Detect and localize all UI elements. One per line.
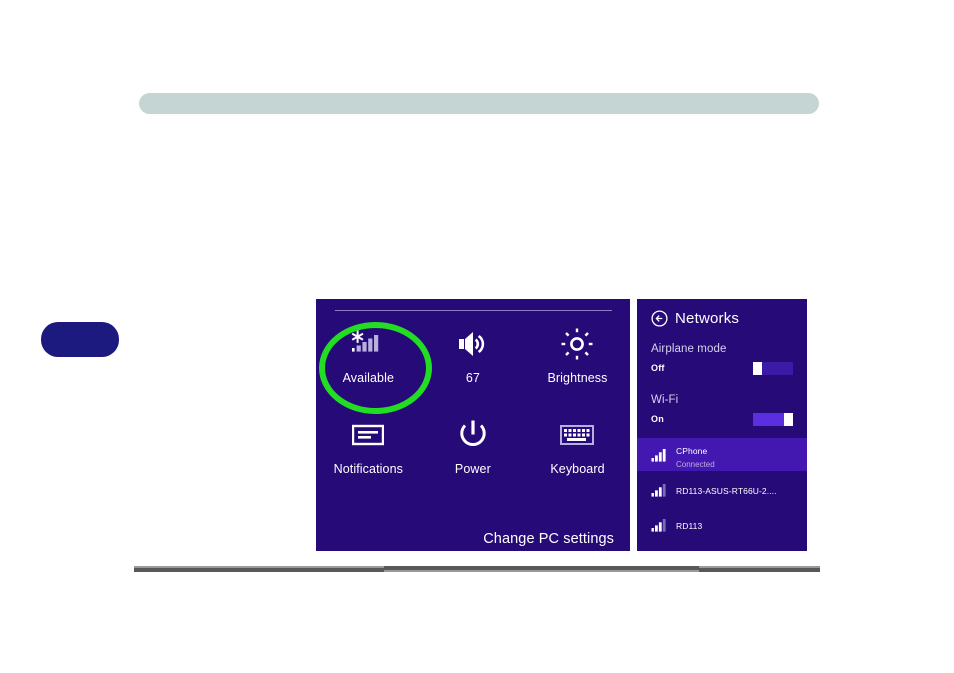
volume-speaker-icon (455, 323, 491, 365)
wifi-bars-icon (651, 518, 668, 532)
airplane-mode-row: Off (651, 361, 793, 375)
network-status: Connected (676, 459, 715, 469)
settings-tile-label: Keyboard (550, 462, 605, 476)
wifi-state: On (651, 414, 664, 424)
airplane-mode-toggle[interactable] (753, 361, 793, 375)
power-icon (458, 414, 488, 456)
settings-tile-label: Brightness (547, 371, 608, 385)
notifications-icon (352, 414, 385, 456)
bottom-rule-segment-c (699, 566, 820, 568)
settings-tile-grid: Available 67 Brightness Notifications Po… (316, 323, 630, 476)
settings-tile-row-1: Available 67 Brightness (316, 323, 630, 385)
page-bottom-rule (134, 566, 820, 572)
wifi-row: On (651, 412, 793, 426)
wifi-bars-icon (651, 483, 668, 497)
networks-title: Networks (675, 310, 740, 327)
settings-tile-label: Notifications (333, 462, 403, 476)
airplane-mode-block: Airplane mode Off (637, 343, 807, 375)
wifi-bars-icon (651, 448, 668, 462)
network-ssid: CPhone (676, 445, 708, 456)
network-list-item[interactable]: CPhone Connected (637, 438, 807, 471)
settings-tile-label: Power (454, 462, 491, 476)
network-list: CPhone Connected RD113-ASUS-RT66U-2.... (637, 438, 807, 541)
keyboard-icon (560, 414, 595, 456)
wifi-label: Wi-Fi (651, 394, 679, 406)
settings-charm-panel: Available 67 Brightness Notifications Po… (316, 299, 630, 551)
panel-divider (335, 310, 612, 311)
network-ssid: RD113-ASUS-RT66U-2.... (676, 485, 777, 496)
network-text: CPhone Connected (676, 441, 715, 469)
wifi-signal-icon (348, 323, 388, 365)
settings-tile-row-2: Notifications Power Keyboard (316, 414, 630, 476)
network-ssid: RD113 (676, 520, 703, 531)
wifi-block: Wi-Fi On (637, 394, 807, 426)
settings-tile-keyboard[interactable]: Keyboard (525, 414, 630, 476)
settings-tile-brightness[interactable]: Brightness (525, 323, 630, 385)
network-text: RD113 (676, 516, 702, 534)
networks-flyout-panel: Networks Airplane mode Off Wi-Fi On CPho… (637, 299, 807, 551)
back-arrow-circle-icon[interactable] (651, 310, 668, 327)
settings-tile-power[interactable]: Power (421, 414, 526, 476)
settings-tile-volume[interactable]: 67 (421, 323, 526, 385)
settings-tile-label: Available (342, 371, 394, 385)
settings-tile-network[interactable]: Available (316, 323, 421, 385)
page-top-banner (139, 93, 819, 114)
networks-header: Networks (637, 299, 807, 327)
brightness-sun-icon (560, 323, 594, 365)
airplane-mode-state: Off (651, 363, 665, 373)
page-side-tab (41, 322, 119, 357)
tile-row-gap (316, 385, 630, 414)
toggle-knob (784, 412, 793, 426)
bottom-rule-segment-b (384, 570, 699, 572)
bottom-rule-segment-a (134, 566, 384, 568)
settings-tile-notifications[interactable]: Notifications (316, 414, 421, 476)
network-list-item[interactable]: RD113 (637, 508, 807, 541)
change-pc-settings-link[interactable]: Change PC settings (483, 531, 614, 547)
airplane-mode-label: Airplane mode (651, 343, 727, 355)
network-list-item[interactable]: RD113-ASUS-RT66U-2.... (637, 473, 807, 506)
settings-tile-label: 67 (465, 371, 480, 385)
network-text: RD113-ASUS-RT66U-2.... (676, 481, 777, 499)
wifi-toggle[interactable] (753, 412, 793, 426)
toggle-knob (753, 361, 762, 375)
